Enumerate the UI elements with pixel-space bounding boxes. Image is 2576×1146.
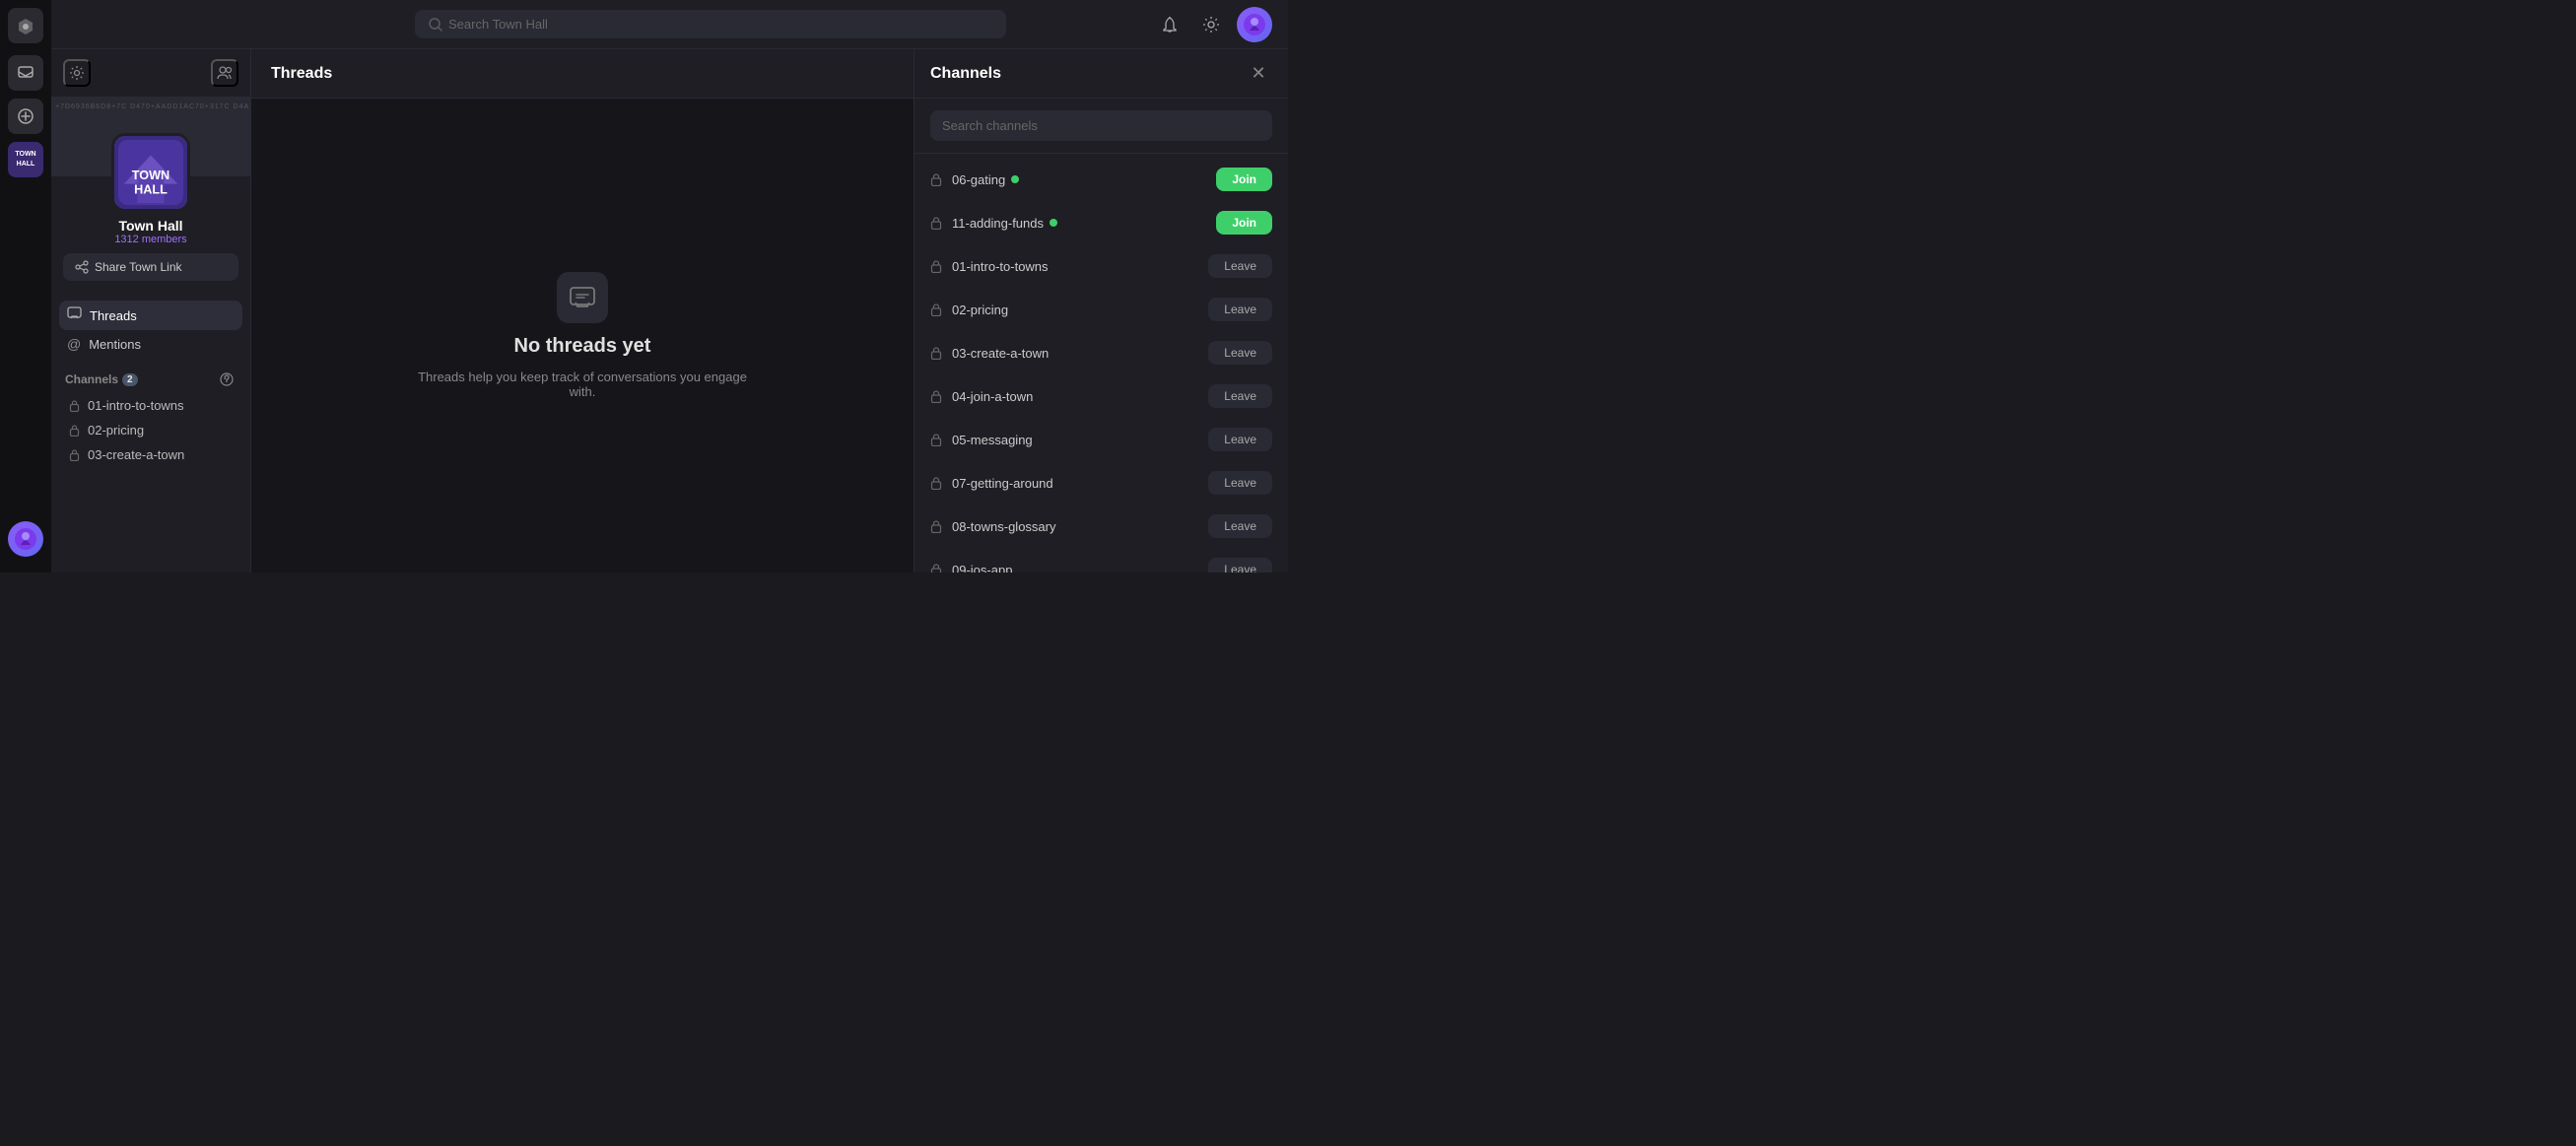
sidebar-channel-item[interactable]: 03-create-a-town (55, 442, 246, 467)
no-threads-title: No threads yet (514, 335, 651, 358)
sidebar-header (51, 49, 250, 98)
channel-row: 01-intro-to-towns Leave (915, 244, 1288, 288)
content-area: +7D6936B6D8+7C D470+AADD1AC70+317C D4A7D… (51, 49, 1288, 573)
svg-text:TOWN: TOWN (132, 169, 169, 182)
top-avatar[interactable] (1237, 7, 1272, 42)
channel-row: 06-gating Join (915, 158, 1288, 201)
sidebar-settings-button[interactable] (63, 59, 91, 87)
svg-text:HALL: HALL (17, 161, 35, 168)
user-avatar[interactable] (8, 521, 43, 557)
leave-button[interactable]: Leave (1208, 384, 1272, 408)
channels-search-input[interactable] (930, 110, 1272, 141)
town-icon[interactable]: TOWN HALL (8, 142, 43, 177)
channels-list: 06-gating Join 11-adding-funds Join 01-i… (915, 154, 1288, 573)
leave-button[interactable]: Leave (1208, 514, 1272, 538)
nav-item-threads[interactable]: Threads (59, 301, 242, 330)
channel-row: 03-create-a-town Leave (915, 331, 1288, 374)
channel-name: 01-intro-to-towns (952, 259, 1198, 274)
leave-button[interactable]: Leave (1208, 341, 1272, 365)
icon-bar: TOWN HALL (0, 0, 51, 573)
online-dot (1011, 175, 1019, 183)
search-bar[interactable]: Search Town Hall (415, 10, 1006, 38)
online-dot (1050, 219, 1057, 227)
channel-name: 02-pricing (952, 303, 1198, 317)
channel-name: 09-ios-app (952, 563, 1198, 573)
channels-add-button[interactable] (217, 370, 237, 389)
channels-panel: Channels ✕ 06-gating Join 11-addin (914, 49, 1288, 573)
main-area: Threads No threads yet Threads help you … (251, 49, 914, 573)
notifications-button[interactable] (1154, 9, 1186, 40)
town-logo: TOWN HALL (111, 133, 190, 212)
channel-name: 08-towns-glossary (952, 519, 1198, 534)
search-placeholder: Search Town Hall (448, 17, 548, 32)
app-wrapper: TOWN HALL Search Town Hall (0, 0, 1288, 573)
town-name: Town Hall (118, 218, 182, 234)
town-banner: +7D6936B6D8+7C D470+AADD1AC70+317C D4A7D… (51, 98, 250, 293)
mentions-icon: @ (67, 336, 81, 352)
sidebar-channel-item[interactable]: 02-pricing (55, 418, 246, 442)
threads-body: No threads yet Threads help you keep tra… (251, 99, 914, 573)
sidebar-channels: 01-intro-to-towns 02-pricing 03-create-a… (51, 393, 250, 467)
inbox-icon[interactable] (8, 55, 43, 91)
share-link-button[interactable]: Share Town Link (63, 253, 238, 281)
channels-header: Channels 2 (51, 362, 250, 393)
channel-row: 11-adding-funds Join (915, 201, 1288, 244)
add-icon[interactable] (8, 99, 43, 134)
leave-button[interactable]: Leave (1208, 471, 1272, 495)
channel-row: 04-join-a-town Leave (915, 374, 1288, 418)
sidebar-channel-item[interactable]: 01-intro-to-towns (55, 393, 246, 418)
sidebar-members-button[interactable] (211, 59, 238, 87)
threads-icon (67, 306, 82, 324)
channel-row: 05-messaging Leave (915, 418, 1288, 461)
channel-name: 11-adding-funds (952, 216, 1206, 231)
channels-label: Channels 2 (65, 372, 138, 386)
channel-name: 04-join-a-town (952, 389, 1198, 404)
channel-name: 05-messaging (952, 433, 1198, 447)
threads-title: Threads (271, 65, 332, 83)
channels-search (915, 99, 1288, 154)
leave-button[interactable]: Leave (1208, 254, 1272, 278)
top-bar-right (1154, 7, 1272, 42)
leave-button[interactable]: Leave (1208, 428, 1272, 451)
channel-name: 06-gating (952, 172, 1206, 187)
channel-row: 08-towns-glossary Leave (915, 505, 1288, 548)
channels-badge: 2 (122, 373, 138, 386)
no-threads-icon (557, 272, 608, 323)
channels-panel-title: Channels (930, 65, 1001, 83)
channel-row: 07-getting-around Leave (915, 461, 1288, 505)
svg-text:HALL: HALL (134, 182, 168, 196)
app-logo (8, 8, 43, 43)
no-threads-desc: Threads help you keep track of conversat… (415, 370, 750, 399)
svg-text:TOWN: TOWN (15, 151, 35, 158)
leave-button[interactable]: Leave (1208, 298, 1272, 321)
sidebar-content: +7D6936B6D8+7C D470+AADD1AC70+317C D4A7D… (51, 98, 250, 573)
town-members-count: 1312 members (114, 234, 186, 245)
channels-panel-close-button[interactable]: ✕ (1245, 60, 1272, 88)
nav-item-mentions[interactable]: @ Mentions (59, 330, 242, 358)
channels-panel-header: Channels ✕ (915, 49, 1288, 99)
channel-name: 07-getting-around (952, 476, 1198, 491)
channel-row: 02-pricing Leave (915, 288, 1288, 331)
top-bar: Search Town Hall (51, 0, 1288, 49)
leave-button[interactable]: Leave (1208, 558, 1272, 573)
join-button[interactable]: Join (1216, 168, 1272, 191)
join-button[interactable]: Join (1216, 211, 1272, 235)
nav-section: Threads @ Mentions (51, 293, 250, 362)
settings-button[interactable] (1195, 9, 1227, 40)
threads-header: Threads (251, 49, 914, 99)
sidebar: +7D6936B6D8+7C D470+AADD1AC70+317C D4A7D… (51, 49, 251, 573)
channel-name: 03-create-a-town (952, 346, 1198, 361)
channel-row: 09-ios-app Leave (915, 548, 1288, 573)
